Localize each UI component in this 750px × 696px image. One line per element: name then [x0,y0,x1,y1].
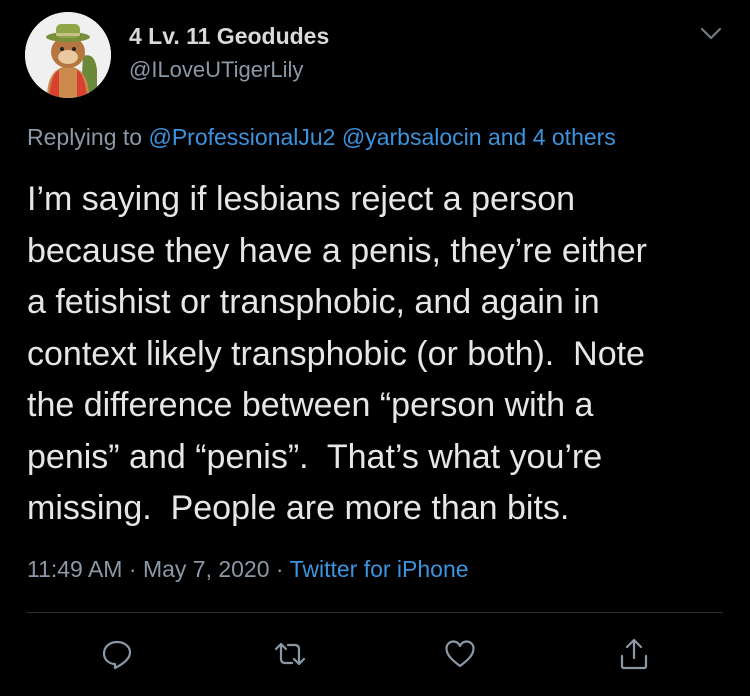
like-button[interactable] [440,634,480,674]
tweet-text-line: a fetishist or transphobic, and again in [27,283,600,321]
divider [27,612,723,613]
replying-to: Replying to @ProfessionalJu2 @yarbsaloci… [27,124,616,151]
tweet-time[interactable]: 11:49 AM [27,556,122,582]
reply-icon [102,640,132,670]
tweet-text-line: the difference between “person with a [27,386,594,424]
like-icon [445,640,475,668]
reply-button[interactable] [97,634,137,674]
meta-separator: · [128,556,137,582]
retweet-icon [274,642,306,666]
tweet-meta: 11:49 AM · May 7, 2020 · Twitter for iPh… [27,556,469,583]
tweet-text: I’m saying if lesbians reject a person b… [27,174,727,535]
tweet-text-line: missing. People are more than bits. [27,489,570,527]
author-display-name[interactable]: 4 Lv. 11 Geodudes [129,23,329,50]
chevron-down-icon[interactable] [699,24,723,44]
tweet-date[interactable]: May 7, 2020 [143,556,270,582]
reply-mention-yarbsalocin[interactable]: @yarbsalocin [342,124,482,150]
tweet-text-line: because they have a penis, they’re eithe… [27,231,647,270]
tweet-header: 4 Lv. 11 Geodudes @ILoveUTigerLily [25,12,725,98]
meta-separator: · [275,556,284,582]
tweet-text-line: I’m saying if lesbians reject a person [27,180,576,218]
reply-mention-professionalju2[interactable]: @ProfessionalJu2 [148,124,335,150]
avatar[interactable] [25,12,111,98]
replying-prefix: Replying to [27,124,143,150]
author-handle[interactable]: @ILoveUTigerLily [129,57,303,83]
share-button[interactable] [614,634,654,674]
tweet-source-link[interactable]: Twitter for iPhone [290,556,469,582]
reply-others-link[interactable]: and 4 others [488,124,616,150]
tweet-text-line: context likely transphobic (or both). No… [27,334,645,373]
tweet-text-line: penis” and “penis”. That’s what you’re [27,437,603,476]
tweet-actions [0,628,750,678]
retweet-button[interactable] [270,634,310,674]
share-icon [620,638,648,670]
